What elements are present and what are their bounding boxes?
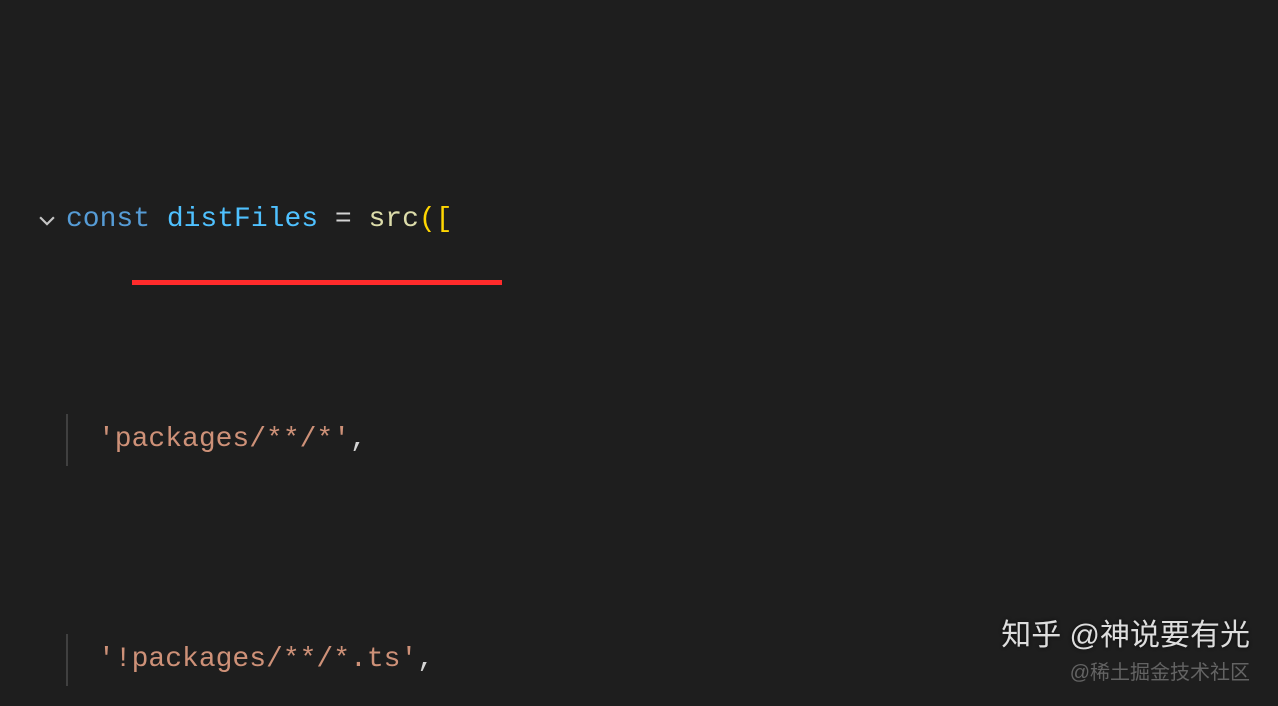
comma: , [350,419,367,461]
operator: = [318,199,368,241]
watermark-secondary: @稀土掘金技术社区 [1070,658,1250,688]
var-distFiles: distFiles [167,199,318,241]
string-literal: 'packages/**/*' [98,419,350,461]
fn-src: src [368,199,418,241]
keyword-const: const [66,199,150,241]
string-literal: '!packages/**/*.ts' [98,639,417,681]
watermark-primary: 知乎 @神说要有光 [1001,613,1250,658]
indent-guide [66,414,68,466]
bracket-open: ([ [419,199,453,241]
gutter [0,209,66,231]
indent-guide [66,634,68,686]
comma: , [417,639,434,681]
code-line[interactable]: 'packages/**/*', [0,414,1278,466]
code-line[interactable]: const distFiles = src([ [0,194,1278,246]
code-editor[interactable]: const distFiles = src([ 'packages/**/*',… [0,0,1278,706]
red-underline [132,280,502,285]
fold-icon[interactable] [36,209,58,231]
